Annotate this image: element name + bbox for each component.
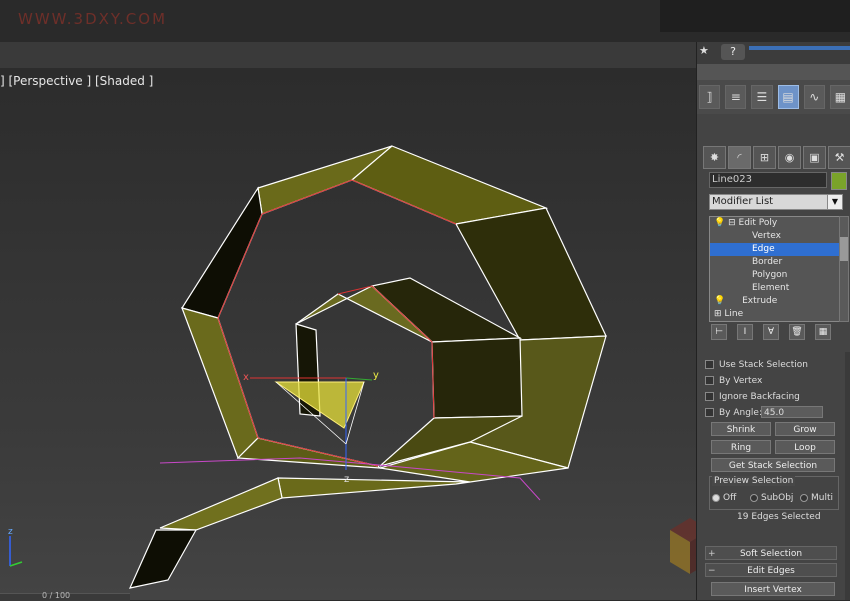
modifier-stack: 💡 ⊟ Edit Poly Vertex Edge Border Polygon… <box>709 216 841 322</box>
world-axis-z-label: z <box>8 527 13 537</box>
mesh-face <box>159 477 283 531</box>
expand-icon[interactable]: ⊟ <box>728 218 736 228</box>
insert-vertex-button[interactable]: Insert Vertex <box>711 582 835 596</box>
watermark: WWW.3DXY.COM <box>18 10 168 28</box>
expand-icon[interactable]: ⊞ <box>714 309 722 319</box>
normal-align-icon[interactable]: ≡ <box>725 85 747 109</box>
frame-counter: 0 / 100 <box>42 591 71 600</box>
selection-count: 19 Edges Selected <box>737 512 821 522</box>
world-axis-y <box>9 561 23 567</box>
gizmo-z-label: z <box>344 474 349 485</box>
panel-top: ★ ? <box>697 42 850 64</box>
mesh-face <box>431 337 523 419</box>
show-end-result-icon[interactable]: Ⅰ <box>737 324 753 340</box>
mesh-face <box>128 529 198 589</box>
stack-item-edit-poly[interactable]: 💡 ⊟ Edit Poly <box>710 217 840 230</box>
scene-mesh[interactable]: x y z z <box>0 68 696 600</box>
help-button[interactable]: ? <box>721 44 745 60</box>
scene-explorer-icon[interactable]: ▤ <box>777 85 799 109</box>
create-tab-icon[interactable]: ✸ <box>703 146 726 169</box>
get-stack-selection-button[interactable]: Get Stack Selection <box>711 458 835 472</box>
align-icon[interactable]: ⟧ <box>699 85 721 109</box>
by-angle-checkbox[interactable]: By Angle: <box>705 408 762 418</box>
collapse-minus-icon: − <box>708 566 716 576</box>
soft-selection-rollout[interactable]: + Soft Selection <box>705 546 837 560</box>
make-unique-icon[interactable]: ∀ <box>763 324 779 340</box>
object-name-field[interactable]: Line023 <box>709 172 827 188</box>
panel-scrollbar[interactable] <box>845 352 850 600</box>
title-bar: WWW.3DXY.COM <box>0 0 850 42</box>
expand-plus-icon: + <box>708 549 716 559</box>
render-icon[interactable]: ▦ <box>829 85 850 109</box>
mesh-face <box>181 186 263 319</box>
stack-item-extrude[interactable]: 💡 Extrude <box>710 295 840 308</box>
stack-item-element[interactable]: Element <box>710 282 840 295</box>
perspective-viewport[interactable]: ] [Perspective ] [Shaded ] x y z z <box>0 68 696 600</box>
stack-item-line[interactable]: ⊞ Line <box>710 308 840 321</box>
curve-editor-icon[interactable]: ∿ <box>803 85 825 109</box>
by-vertex-checkbox[interactable]: By Vertex <box>705 376 762 386</box>
stack-item-border[interactable]: Border <box>710 256 840 269</box>
shrink-button[interactable]: Shrink <box>711 422 771 436</box>
bulb-icon[interactable]: 💡 <box>714 296 725 306</box>
ignore-backfacing-checkbox[interactable]: Ignore Backfacing <box>705 392 800 402</box>
modifier-list-dropdown[interactable]: Modifier List ▼ <box>709 194 843 210</box>
preview-off-radio[interactable]: Off <box>712 493 736 503</box>
main-toolbar: ⟧ ≡ ☰ ▤ ∿ ▦ <box>697 80 850 114</box>
mesh-face <box>277 477 471 499</box>
remove-modifier-icon[interactable]: 🗑 <box>789 324 805 340</box>
stack-item-polygon[interactable]: Polygon <box>710 269 840 282</box>
angle-spinner[interactable]: 45.0 <box>761 406 823 418</box>
pin-stack-icon[interactable]: ⊢ <box>711 324 727 340</box>
mesh-face <box>350 145 549 225</box>
bulb-icon[interactable]: 💡 <box>714 218 725 228</box>
command-panel: ★ ? ⟧ ≡ ☰ ▤ ∿ ▦ ✸ ◜ ⊞ ◉ ▣ ⚒ Line023 Modi… <box>696 42 850 600</box>
preview-multi-radio[interactable]: Multi <box>800 493 833 503</box>
gizmo-x-label: x <box>243 372 249 383</box>
preview-subobj-radio[interactable]: SubObj <box>750 493 793 503</box>
display-tab-icon[interactable]: ▣ <box>803 146 826 169</box>
mesh-face <box>181 307 259 460</box>
utilities-tab-icon[interactable]: ⚒ <box>828 146 850 169</box>
hierarchy-tab-icon[interactable]: ⊞ <box>753 146 776 169</box>
gizmo-y-axis <box>345 377 373 381</box>
star-icon[interactable]: ★ <box>699 44 709 57</box>
grow-button[interactable]: Grow <box>775 422 835 436</box>
preview-selection-title: Preview Selection <box>712 476 796 486</box>
panel-spacer <box>697 64 850 80</box>
edit-edges-rollout[interactable]: − Edit Edges <box>705 563 837 577</box>
command-tabs: ✸ ◜ ⊞ ◉ ▣ ⚒ <box>697 146 850 170</box>
modifier-list-label: Modifier List <box>712 196 774 207</box>
preview-selection-group: Preview Selection Off SubObj Multi <box>709 476 839 510</box>
stack-item-vertex[interactable]: Vertex <box>710 230 840 243</box>
title-bar-right <box>660 0 850 32</box>
configure-sets-icon[interactable]: ▦ <box>815 324 831 340</box>
title-accent <box>749 46 850 50</box>
layer-icon[interactable]: ☰ <box>751 85 773 109</box>
modify-tab-icon[interactable]: ◜ <box>728 146 751 169</box>
stack-scroll-thumb[interactable] <box>840 237 848 261</box>
stack-scrollbar[interactable] <box>839 216 849 322</box>
stack-toolbar: ⊢ Ⅰ ∀ 🗑 ▦ <box>703 324 847 340</box>
use-stack-selection-checkbox[interactable]: Use Stack Selection <box>705 360 808 370</box>
gizmo-y-label: y <box>373 370 379 381</box>
motion-tab-icon[interactable]: ◉ <box>778 146 801 169</box>
stack-item-edge[interactable]: Edge <box>710 243 840 256</box>
chevron-down-icon[interactable]: ▼ <box>827 195 842 209</box>
viewport-header <box>0 42 696 69</box>
object-color-swatch[interactable] <box>831 172 847 190</box>
ring-button[interactable]: Ring <box>711 440 771 454</box>
loop-button[interactable]: Loop <box>775 440 835 454</box>
